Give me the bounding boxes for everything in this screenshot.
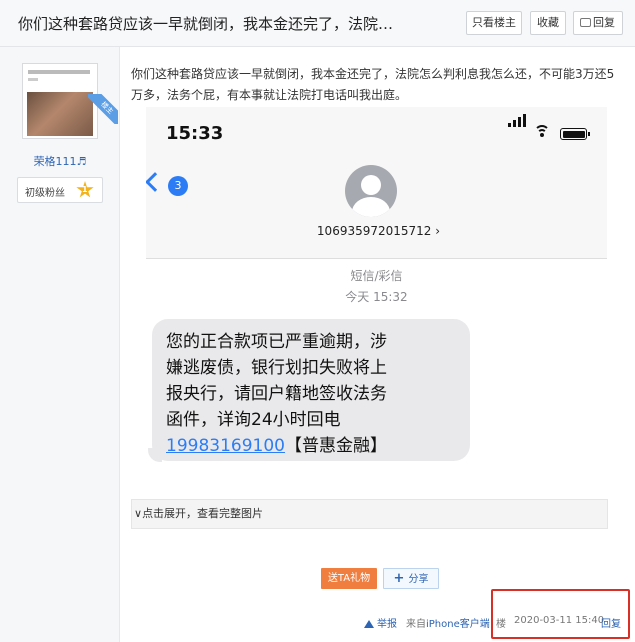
avatar-caption-line bbox=[28, 78, 38, 81]
message-type-label: 短信/彩信 bbox=[350, 269, 403, 283]
contact-avatar-icon bbox=[345, 165, 397, 217]
post-source: 来自iPhone客户端 bbox=[406, 615, 490, 630]
op-ribbon: 楼主 bbox=[88, 94, 118, 124]
message-line: 函件，详询24小时回电 bbox=[166, 410, 341, 430]
sms-header: 15:33 3 106935972015712 › bbox=[146, 107, 607, 259]
status-time: 15:33 bbox=[166, 123, 224, 144]
only-op-button[interactable]: 只看楼主 bbox=[466, 11, 522, 35]
back-chevron-icon bbox=[146, 172, 165, 192]
avatar-photo bbox=[27, 92, 93, 136]
send-gift-button[interactable]: 送TA礼物 bbox=[321, 568, 377, 589]
message-phone-link: 19983169100 bbox=[166, 436, 285, 456]
message-signature: 【普惠金融】 bbox=[284, 436, 387, 456]
post-image[interactable]: 15:33 3 106935972015712 › 短信/彩信 今天 15:32… bbox=[146, 107, 607, 499]
comment-icon bbox=[580, 18, 591, 27]
chevron-down-icon: ∨ bbox=[134, 507, 143, 520]
message-line: 嫌逃废债，银行划扣失败将上 bbox=[166, 358, 387, 378]
reply-button[interactable]: 回复 bbox=[573, 11, 623, 35]
wifi-icon bbox=[534, 125, 550, 137]
reply-button-label: 回复 bbox=[593, 16, 615, 29]
unread-count-badge: 3 bbox=[168, 176, 188, 196]
share-button[interactable]: + 分享 bbox=[383, 568, 439, 589]
bubble-tail bbox=[148, 448, 162, 462]
thread-title: 你们这种套路贷应该一早就倒闭，我本金还完了，法院… bbox=[18, 15, 394, 33]
highlight-annotation-box bbox=[491, 589, 630, 639]
share-label: 分享 bbox=[408, 574, 429, 585]
battery-icon bbox=[560, 128, 590, 140]
report-link[interactable]: 举报 bbox=[364, 615, 397, 630]
message-line: 19983169100【普惠金融】 bbox=[166, 433, 460, 459]
username[interactable]: 荣格111♬ bbox=[0, 153, 120, 169]
report-label: 举报 bbox=[377, 619, 397, 630]
message-timestamp: 今天 15:32 bbox=[345, 290, 408, 304]
source-client-link[interactable]: iPhone客户端 bbox=[426, 619, 490, 630]
op-ribbon-label: 楼主 bbox=[88, 94, 118, 124]
fan-level-badge[interactable]: 初级粉丝 1 bbox=[17, 177, 103, 203]
thread-header: 你们这种套路贷应该一早就倒闭，我本金还完了，法院… 只看楼主 收藏 回复 bbox=[0, 0, 635, 47]
author-panel: 楼主 荣格111♬ 初级粉丝 1 bbox=[0, 47, 120, 642]
sender-number: 106935972015712 › bbox=[316, 224, 441, 238]
post-content: 你们这种套路贷应该一早就倒闭，我本金还完了，法院怎么判利息我怎么还，不可能3万还… bbox=[131, 67, 615, 102]
fan-level-number: 1 bbox=[82, 185, 88, 194]
fan-level-label: 初级粉丝 bbox=[25, 188, 65, 199]
warning-icon bbox=[364, 620, 374, 628]
message-line: 您的正合款项已严重逾期，涉 bbox=[166, 332, 387, 352]
favorite-button[interactable]: 收藏 bbox=[530, 11, 566, 35]
avatar[interactable] bbox=[22, 63, 98, 139]
source-prefix: 来自 bbox=[406, 619, 426, 630]
expand-label: 点击展开，查看完整图片 bbox=[142, 507, 264, 520]
message-bubble: 您的正合款项已严重逾期，涉 嫌逃废债，银行划扣失败将上 报央行，请回户籍地签收法… bbox=[148, 319, 470, 462]
plus-icon: + bbox=[393, 571, 405, 586]
expand-image-button[interactable]: ∨点击展开，查看完整图片 bbox=[131, 499, 608, 529]
avatar-caption-line bbox=[28, 70, 90, 74]
message-line: 报央行，请回户籍地签收法务 bbox=[166, 384, 387, 404]
